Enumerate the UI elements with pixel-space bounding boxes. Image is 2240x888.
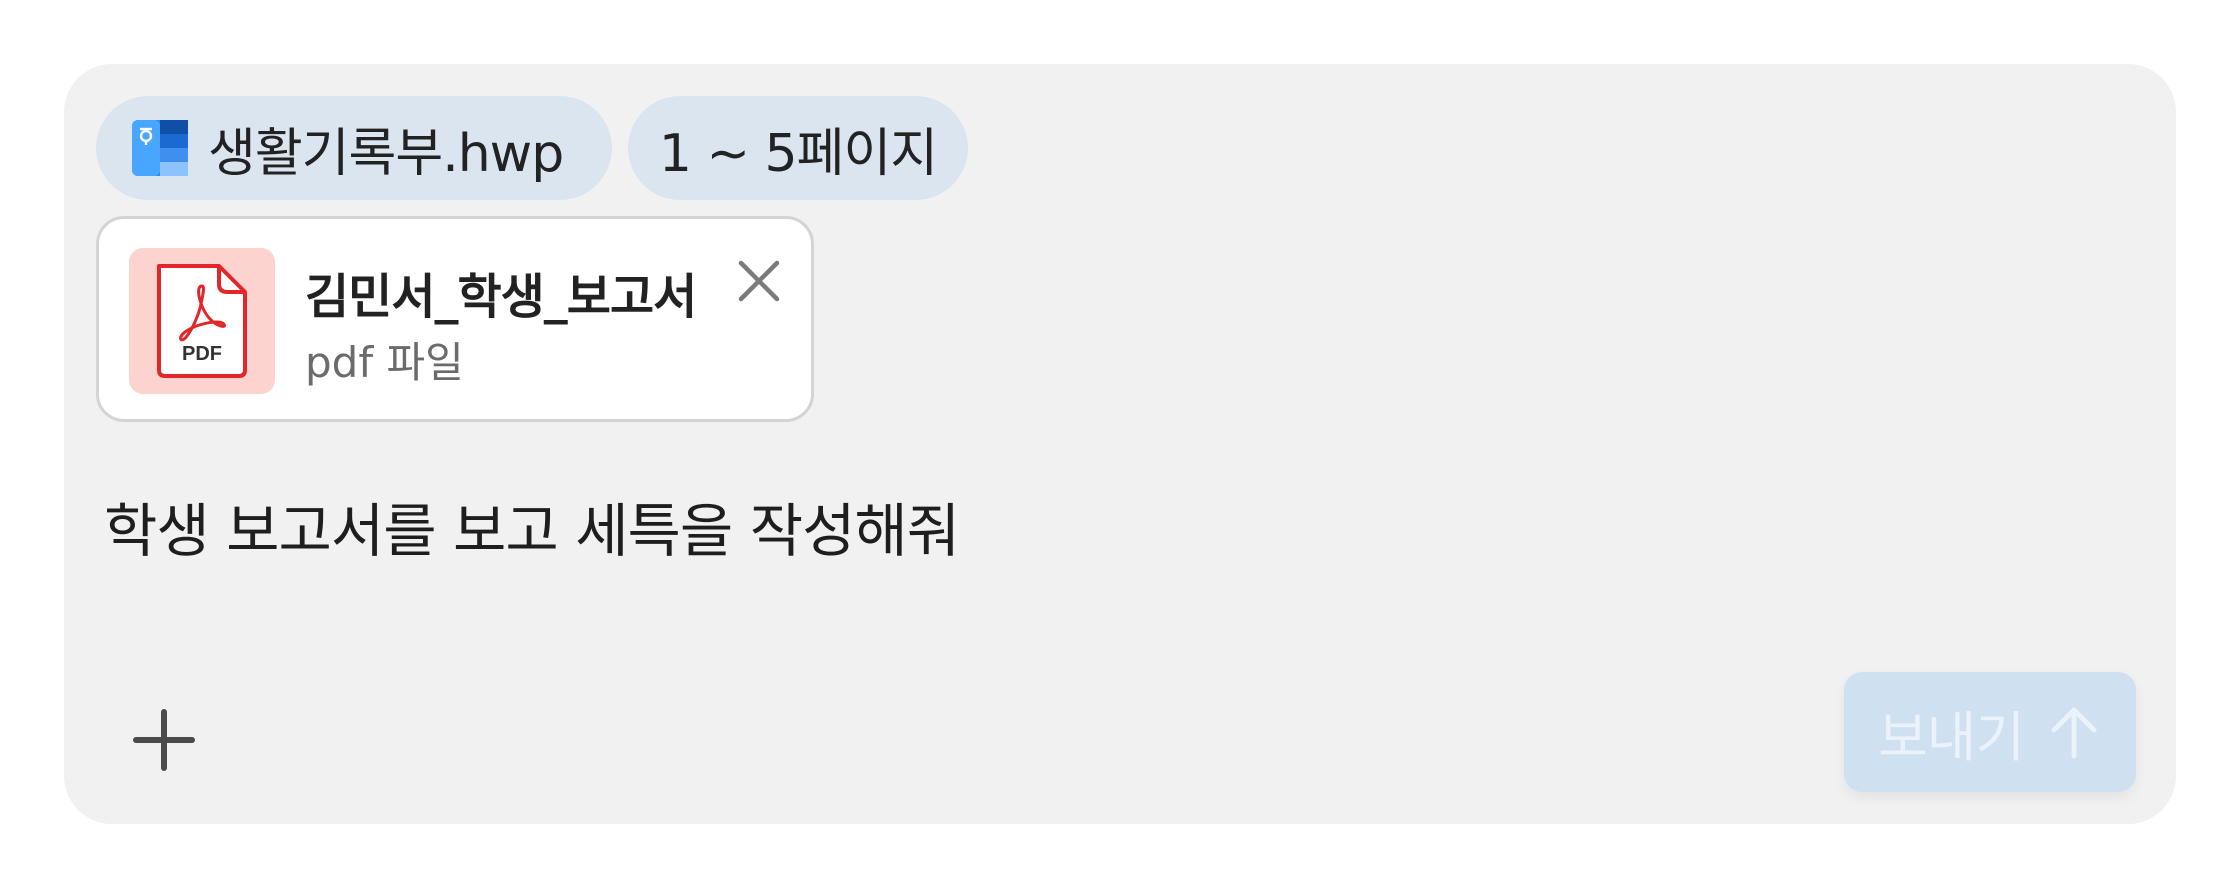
message-composer: 생활기록부.hwp 1 ~ 5페이지 PDF 김민서_학생_보고서 pdf 파일… <box>64 64 2176 824</box>
send-button[interactable]: 보내기 <box>1844 672 2136 792</box>
arrow-up-icon <box>2051 707 2097 759</box>
attachment-name: 김민서_학생_보고서 <box>305 269 697 325</box>
attachment-type: pdf 파일 <box>305 338 464 387</box>
context-chip-file[interactable]: 생활기록부.hwp <box>96 96 612 200</box>
send-button-label: 보내기 <box>1877 705 2025 769</box>
attachment-card: PDF 김민서_학생_보고서 pdf 파일 <box>96 216 814 422</box>
pdf-thumbnail: PDF <box>129 248 275 394</box>
context-chip-page-range-label: 1 ~ 5페이지 <box>658 123 938 184</box>
plus-icon[interactable] <box>124 700 204 780</box>
hwp-document-icon <box>132 120 188 176</box>
prompt-input[interactable]: 학생 보고서를 보고 세특을 작성해줘 <box>104 484 960 568</box>
pdf-icon-text: PDF <box>182 343 222 365</box>
context-chip-page-range[interactable]: 1 ~ 5페이지 <box>628 96 968 200</box>
pdf-file-icon: PDF <box>157 264 247 378</box>
context-chip-file-label: 생활기록부.hwp <box>208 123 564 184</box>
close-icon[interactable] <box>733 255 785 307</box>
